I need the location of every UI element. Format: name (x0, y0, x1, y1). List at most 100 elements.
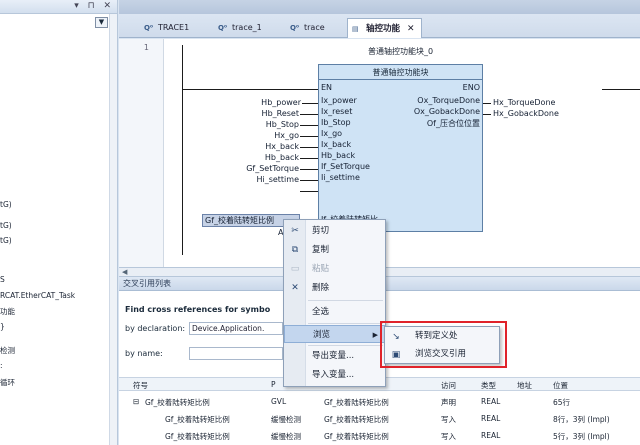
block-output-pin: Ox_TorqueDone (417, 96, 480, 105)
window-top-strip (119, 0, 640, 14)
block-input-pin: Ix_reset (321, 107, 353, 116)
close-icon[interactable]: ✕ (407, 20, 415, 38)
table-cell-type: REAL (481, 397, 501, 406)
block-instance-name[interactable]: 普通轴控功能块_0 (318, 46, 483, 57)
menu-item-label: 复制 (312, 245, 330, 255)
table-cell-symbol[interactable]: Gf_校着陆转矩比例 (165, 431, 230, 442)
tree-item[interactable]: 功能 (0, 306, 15, 317)
tab-label: trace_1 (232, 23, 262, 32)
column-header[interactable]: 符号 (133, 380, 148, 391)
table-cell-scope: 缓慢检测 (271, 415, 301, 424)
output-variable[interactable]: Hx_TorqueDone (493, 98, 555, 107)
panel-controls[interactable]: ▾ ⊓ ✕ (74, 1, 114, 11)
table-cell-location: 65行 (553, 398, 571, 407)
block-input-pin: Hb_back (321, 151, 356, 160)
column-header[interactable]: 位置 (553, 380, 568, 391)
table-cell-symbol[interactable]: Gf_校着陆转矩比例 (145, 397, 210, 408)
paste-icon: ▭ (290, 264, 300, 274)
tree-item[interactable]: : (0, 361, 3, 370)
tab-axis-control[interactable]: ▤ 轴控功能 ✕ (347, 18, 422, 38)
block-input-pin: Ix_power (321, 96, 357, 105)
menu-item-label: 全选 (312, 307, 330, 317)
menu-item-label: 删除 (312, 283, 330, 293)
tree-item[interactable]: tG) (0, 221, 12, 230)
input-variable[interactable]: Hb_power (215, 98, 301, 107)
scroll-left-icon[interactable]: ◀ (122, 268, 127, 276)
declaration-field[interactable]: Device.Application. (189, 322, 283, 335)
column-header[interactable]: 类型 (481, 380, 496, 391)
input-variable[interactable]: Gf_SetTorque (179, 164, 299, 173)
function-block[interactable]: 普通轴控功能块 EN ENO Ix_power Ix_reset Ib_Stop… (318, 64, 483, 232)
tree-item[interactable]: S (0, 275, 5, 284)
block-input-pin: Ix_go (321, 129, 343, 138)
highlight-annotation-box (380, 321, 507, 368)
chevron-down-icon[interactable]: ▼ (95, 17, 108, 28)
menu-separator (308, 323, 383, 324)
name-field[interactable] (189, 347, 283, 360)
input-wire (300, 114, 319, 115)
input-wire (300, 125, 319, 126)
scissors-icon: ✂ (291, 226, 299, 236)
input-variable[interactable]: Hi_settime (215, 175, 299, 184)
tree-item[interactable]: tG) (0, 200, 12, 209)
column-header[interactable]: 访问 (441, 380, 456, 391)
table-cell-scope: GVL (271, 397, 287, 406)
tree-item[interactable]: 循环 (0, 377, 15, 388)
tree-item[interactable]: } (0, 322, 5, 331)
column-header[interactable]: P (271, 380, 276, 389)
input-variable[interactable]: Hb_Stop (215, 120, 299, 129)
menu-item-label: 粘贴 (312, 264, 330, 274)
table-cell-location: 5行，3列 (Impl) (553, 432, 610, 441)
menu-item-export-variables[interactable]: 导出变量... (284, 347, 385, 365)
input-variable[interactable]: Hb_back (215, 153, 299, 162)
column-header[interactable]: 地址 (517, 380, 532, 391)
find-label: Find cross references for symbo (125, 305, 271, 314)
block-input-pin: Ii_settime (321, 173, 360, 182)
output-variable[interactable]: Hx_GobackDone (493, 109, 559, 118)
block-pin-en: EN (321, 83, 333, 92)
menu-separator (308, 345, 383, 346)
table-cell-scope: 缓慢检测 (271, 432, 301, 441)
table-cell-access: 声明 (441, 398, 456, 407)
table-cell-name: Gf_校着陆转矩比例 (324, 415, 389, 424)
by-declaration-label: by declaration: (125, 324, 186, 333)
expand-icon[interactable]: ⊟ (133, 397, 139, 406)
menu-item-select-all[interactable]: 全选 (284, 303, 385, 321)
menu-item-label: 浏览 (313, 330, 331, 340)
input-variable[interactable]: Hx_go (215, 131, 299, 140)
input-variable[interactable]: Hx_back (215, 142, 299, 151)
menu-item-copy[interactable]: ⧉ 复制 (284, 241, 385, 259)
tree-item[interactable]: tG) (0, 236, 12, 245)
document-icon: ▤ (352, 24, 359, 33)
block-title: 普通轴控功能块 (372, 68, 429, 77)
tree-item[interactable]: 检测 (0, 345, 15, 356)
tab-trace-1[interactable]: Q⁰ trace_1 (213, 18, 269, 37)
input-variable[interactable]: Hb_Reset (215, 109, 299, 118)
menu-item-paste[interactable]: ▭ 粘贴 (284, 260, 385, 278)
table-cell-access: 写入 (441, 432, 456, 441)
input-wire (300, 158, 319, 159)
tree-scrollbar[interactable] (109, 14, 117, 445)
input-wire (302, 103, 319, 104)
tab-label: TRACE1 (158, 23, 190, 32)
input-wire (300, 191, 319, 192)
menu-item-browse[interactable]: 浏览 ▶ (284, 325, 385, 343)
table-cell-type: REAL (481, 431, 501, 440)
menu-item-import-variables[interactable]: 导入变量... (284, 366, 385, 384)
tab-trace1[interactable]: Q⁰ TRACE1 (139, 18, 196, 37)
block-output-pin: Of_压合位位置 (426, 119, 480, 128)
menu-item-delete[interactable]: ✕ 删除 (284, 279, 385, 297)
menu-item-label: 导入变量... (312, 370, 355, 380)
context-menu: ✂ 剪切 ⧉ 复制 ▭ 粘贴 ✕ 删除 全选 浏览 ▶ 导出变量... 导入变量… (283, 219, 386, 387)
menu-item-label: 导出变量... (312, 351, 355, 361)
table-cell-symbol[interactable]: Gf_校着陆转矩比例 (165, 414, 230, 425)
input-wire (300, 180, 319, 181)
block-input-pin: Ib_Stop (321, 118, 351, 127)
line-number: 1 (143, 43, 149, 52)
block-divider (319, 79, 482, 80)
menu-separator (308, 300, 383, 301)
menu-item-cut[interactable]: ✂ 剪切 (284, 222, 385, 240)
tree-item[interactable]: RCAT.EtherCAT_Task (0, 291, 75, 300)
tab-trace[interactable]: Q⁰ trace (285, 18, 332, 37)
trace-icon: Q⁰ (144, 24, 154, 32)
